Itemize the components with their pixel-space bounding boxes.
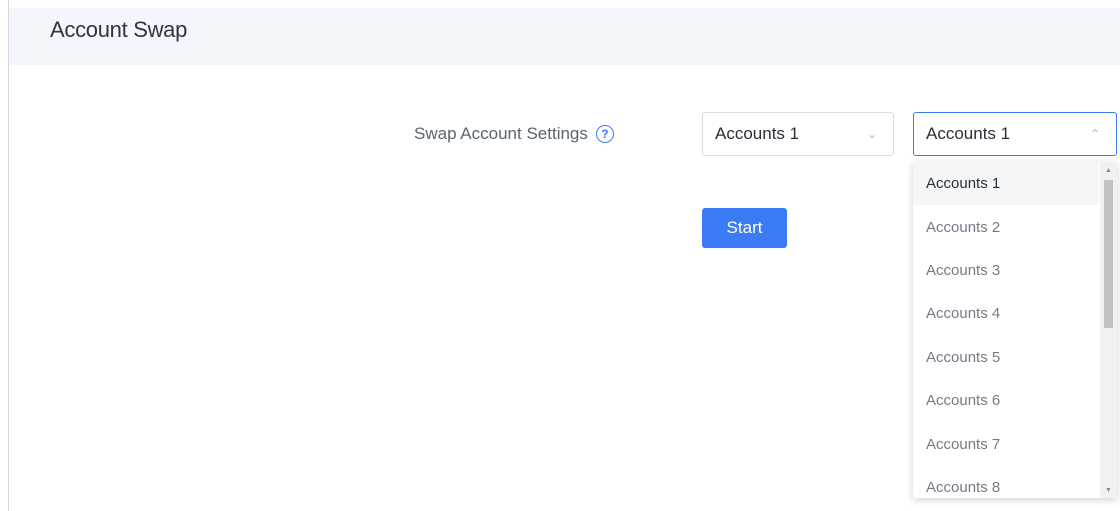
- swap-account-settings-label: Swap Account Settings ?: [414, 124, 614, 144]
- dropdown-option[interactable]: Accounts 8: [913, 466, 1099, 498]
- dropdown-option[interactable]: Accounts 4: [913, 292, 1099, 335]
- swap-account-settings-text: Swap Account Settings: [414, 124, 588, 143]
- dropdown-option[interactable]: Accounts 5: [913, 336, 1099, 379]
- chevron-down-icon: ⌄: [866, 127, 877, 141]
- swap-to-select[interactable]: Accounts 1 ⌃: [913, 112, 1117, 156]
- dropdown-option[interactable]: Accounts 1: [913, 162, 1099, 206]
- swap-from-select[interactable]: Accounts 1 ⌄: [702, 112, 894, 156]
- left-border: [8, 0, 9, 511]
- swap-to-dropdown: Accounts 1 Accounts 2 Accounts 3 Account…: [913, 162, 1117, 498]
- scroll-up-arrow-icon[interactable]: ▲: [1100, 162, 1117, 178]
- swap-to-value: Accounts 1: [926, 124, 1011, 143]
- chevron-up-icon: ⌃: [1089, 127, 1100, 141]
- question-circle-icon[interactable]: ?: [595, 125, 614, 143]
- dropdown-options: Accounts 1 Accounts 2 Accounts 3 Account…: [913, 162, 1099, 498]
- dropdown-option[interactable]: Accounts 2: [913, 205, 1099, 248]
- dropdown-scrollbar[interactable]: ▲ ▼: [1100, 162, 1117, 498]
- scrollbar-thumb[interactable]: [1104, 180, 1113, 328]
- dropdown-option[interactable]: Accounts 3: [913, 249, 1099, 292]
- dropdown-option[interactable]: Accounts 7: [913, 422, 1099, 465]
- swap-from-value: Accounts 1: [715, 124, 800, 143]
- dropdown-option[interactable]: Accounts 6: [913, 379, 1099, 422]
- start-button[interactable]: Start: [702, 208, 787, 248]
- page-header: Account Swap: [9, 8, 1120, 65]
- scroll-down-arrow-icon[interactable]: ▼: [1100, 482, 1117, 498]
- page-title: Account Swap: [50, 17, 188, 42]
